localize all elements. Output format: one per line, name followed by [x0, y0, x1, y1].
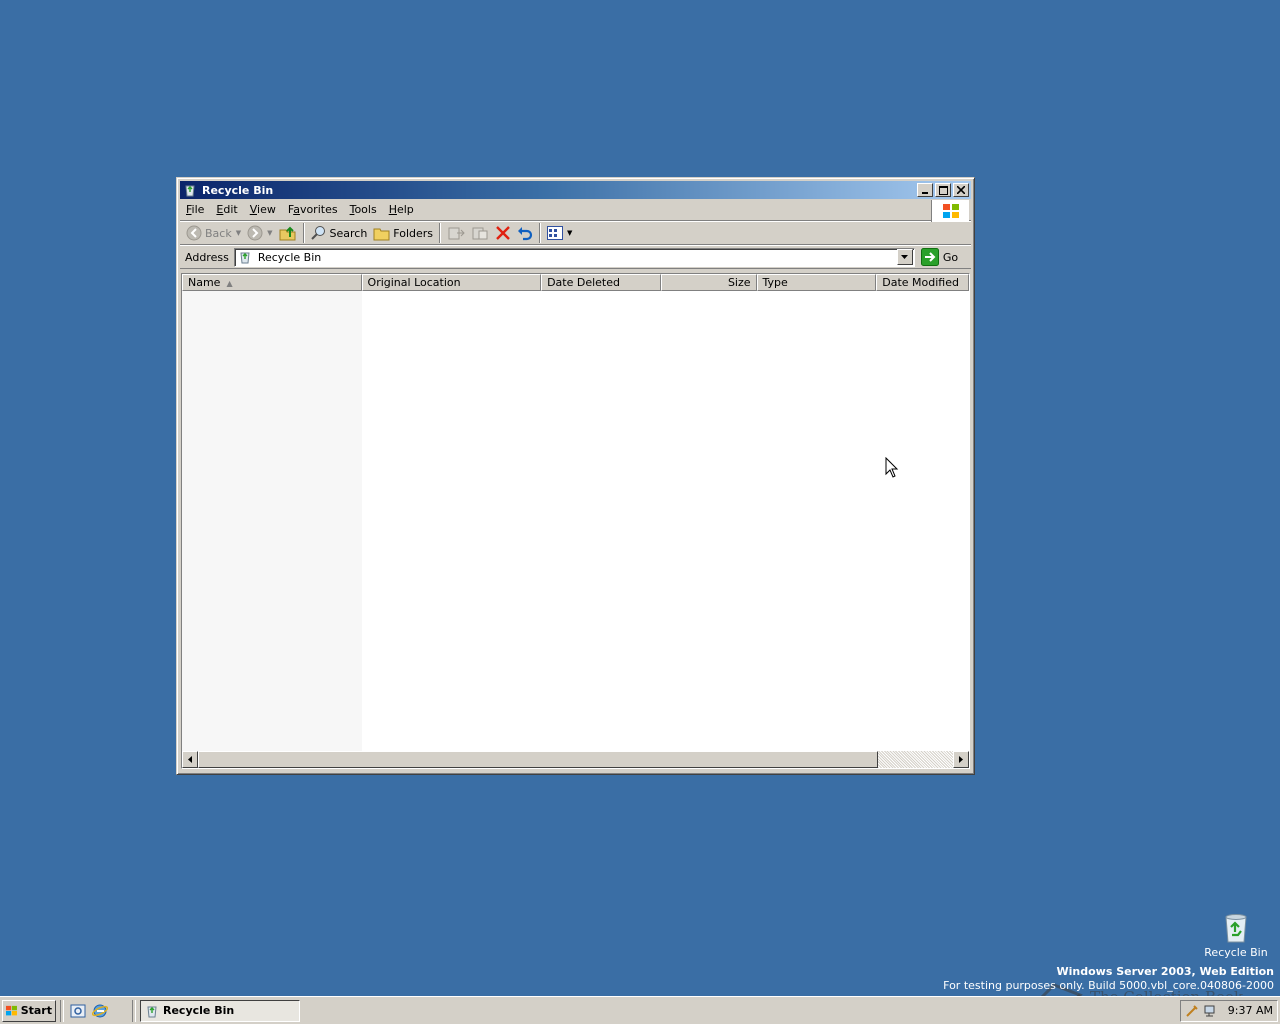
recycle-bin-icon	[1204, 912, 1268, 944]
column-size[interactable]: Size	[660, 274, 757, 291]
search-icon	[310, 226, 325, 240]
windows-logo-icon	[6, 1005, 17, 1015]
scroll-left-icon	[188, 756, 192, 763]
go-label: Go	[942, 250, 959, 264]
copy-to-button[interactable]	[468, 222, 492, 244]
quicklaunch-internet-explorer[interactable]	[90, 1001, 110, 1021]
menu-favorites[interactable]: Favorites	[282, 201, 344, 219]
column-name[interactable]: Name ▲	[182, 274, 362, 291]
back-arrow-icon	[186, 225, 202, 241]
column-type[interactable]: Type	[756, 274, 877, 291]
move-to-button[interactable]	[444, 222, 468, 244]
recycle-bin-icon	[182, 183, 198, 197]
forward-arrow-icon	[247, 225, 263, 241]
server-manager-icon	[70, 1004, 86, 1017]
undo-icon	[518, 227, 533, 241]
go-button[interactable]: Go	[920, 248, 959, 266]
move-to-icon	[448, 227, 465, 240]
start-label: Start	[20, 1004, 52, 1017]
chevron-down-icon	[901, 255, 909, 259]
explorer-window[interactable]: Recycle Bin File Edit View Favorites Too…	[176, 177, 975, 775]
edition-text: Windows Server 2003, Web Edition	[1056, 965, 1274, 978]
views-icon	[547, 226, 564, 240]
scroll-right-icon	[959, 756, 963, 763]
os-edition-watermark: Windows Server 2003, Web Edition For tes…	[943, 965, 1274, 993]
column-date-modified[interactable]: Date Modified	[876, 274, 969, 291]
copy-to-icon	[472, 227, 488, 240]
windows-logo-icon	[931, 200, 969, 222]
menu-file[interactable]: File	[180, 201, 210, 219]
standard-toolbar: Back ▼ ▼ Search Folders ▼	[180, 221, 971, 245]
clock[interactable]: 9:37 AM	[1228, 1004, 1273, 1017]
close-button[interactable]	[953, 183, 969, 197]
sorted-column-highlight	[182, 291, 362, 752]
start-button[interactable]: Start	[2, 999, 56, 1022]
menu-help[interactable]: Help	[383, 201, 420, 219]
menu-view[interactable]: View	[244, 201, 282, 219]
undo-button[interactable]	[514, 222, 536, 244]
list-body[interactable]	[182, 291, 969, 752]
column-date-deleted[interactable]: Date Deleted	[541, 274, 661, 291]
recycle-bin-icon	[238, 250, 254, 264]
scroll-right-button[interactable]	[953, 751, 969, 768]
file-list-view[interactable]: Name ▲ Original Location Date Deleted Siz…	[181, 273, 970, 769]
system-tray: 9:37 AM	[1180, 999, 1278, 1022]
desktop-icon-label: Recycle Bin	[1204, 946, 1268, 959]
search-label: Search	[329, 226, 368, 240]
address-dropdown-button[interactable]	[896, 249, 913, 265]
minimize-button[interactable]	[917, 183, 933, 197]
back-dropdown-icon[interactable]: ▼	[236, 229, 241, 237]
delete-x-icon	[496, 226, 510, 240]
up-folder-icon	[279, 226, 295, 241]
search-button[interactable]: Search	[308, 222, 371, 244]
tray-network-icon[interactable]	[1203, 1004, 1217, 1018]
views-dropdown-icon[interactable]: ▼	[567, 229, 572, 237]
column-name-label: Name	[188, 276, 221, 289]
sort-ascending-icon: ▲	[226, 279, 233, 288]
column-original-location[interactable]: Original Location	[361, 274, 542, 291]
tray-tool-icon[interactable]	[1185, 1004, 1199, 1018]
menu-bar: File Edit View Favorites Tools Help	[180, 199, 971, 222]
go-arrow-icon	[920, 248, 939, 266]
scrollbar-thumb[interactable]	[198, 751, 878, 768]
address-value: Recycle Bin	[257, 250, 322, 264]
address-label: Address	[185, 250, 229, 264]
title-bar[interactable]: Recycle Bin	[180, 181, 971, 199]
mouse-cursor-icon	[885, 457, 899, 478]
scrollbar-track[interactable]	[878, 751, 953, 768]
address-input[interactable]: Recycle Bin	[233, 247, 915, 267]
maximize-button[interactable]	[935, 183, 951, 197]
menu-edit[interactable]: Edit	[210, 201, 243, 219]
horizontal-scrollbar[interactable]	[182, 751, 969, 768]
scroll-left-button[interactable]	[182, 751, 198, 768]
up-folder-button[interactable]	[276, 222, 300, 244]
back-button[interactable]: Back ▼	[183, 222, 244, 244]
folders-label: Folders	[393, 226, 434, 240]
task-label: Recycle Bin	[163, 1004, 235, 1017]
build-text: For testing purposes only. Build 5000.vb…	[943, 979, 1274, 992]
address-bar: Address Recycle Bin Go	[180, 245, 971, 269]
folder-icon	[373, 228, 390, 240]
taskbar-button-recycle-bin[interactable]: Recycle Bin	[140, 999, 300, 1022]
column-header-row: Name ▲ Original Location Date Deleted Siz…	[182, 274, 969, 291]
views-button[interactable]: ▼	[544, 222, 575, 244]
forward-button[interactable]: ▼	[244, 222, 275, 244]
quicklaunch-server-manager[interactable]	[68, 1001, 88, 1021]
delete-button[interactable]	[492, 222, 514, 244]
menu-tools[interactable]: Tools	[344, 201, 383, 219]
window-title: Recycle Bin	[202, 183, 274, 197]
taskbar: Start Recycle Bin 9:37 AM	[0, 996, 1280, 1024]
back-label: Back	[205, 226, 232, 240]
folders-button[interactable]: Folders	[370, 222, 436, 244]
recycle-bin-icon	[147, 1006, 157, 1017]
forward-dropdown-icon[interactable]: ▼	[267, 229, 272, 237]
internet-explorer-icon	[92, 1004, 108, 1017]
desktop-icon-recycle-bin[interactable]: Recycle Bin	[1204, 912, 1268, 959]
